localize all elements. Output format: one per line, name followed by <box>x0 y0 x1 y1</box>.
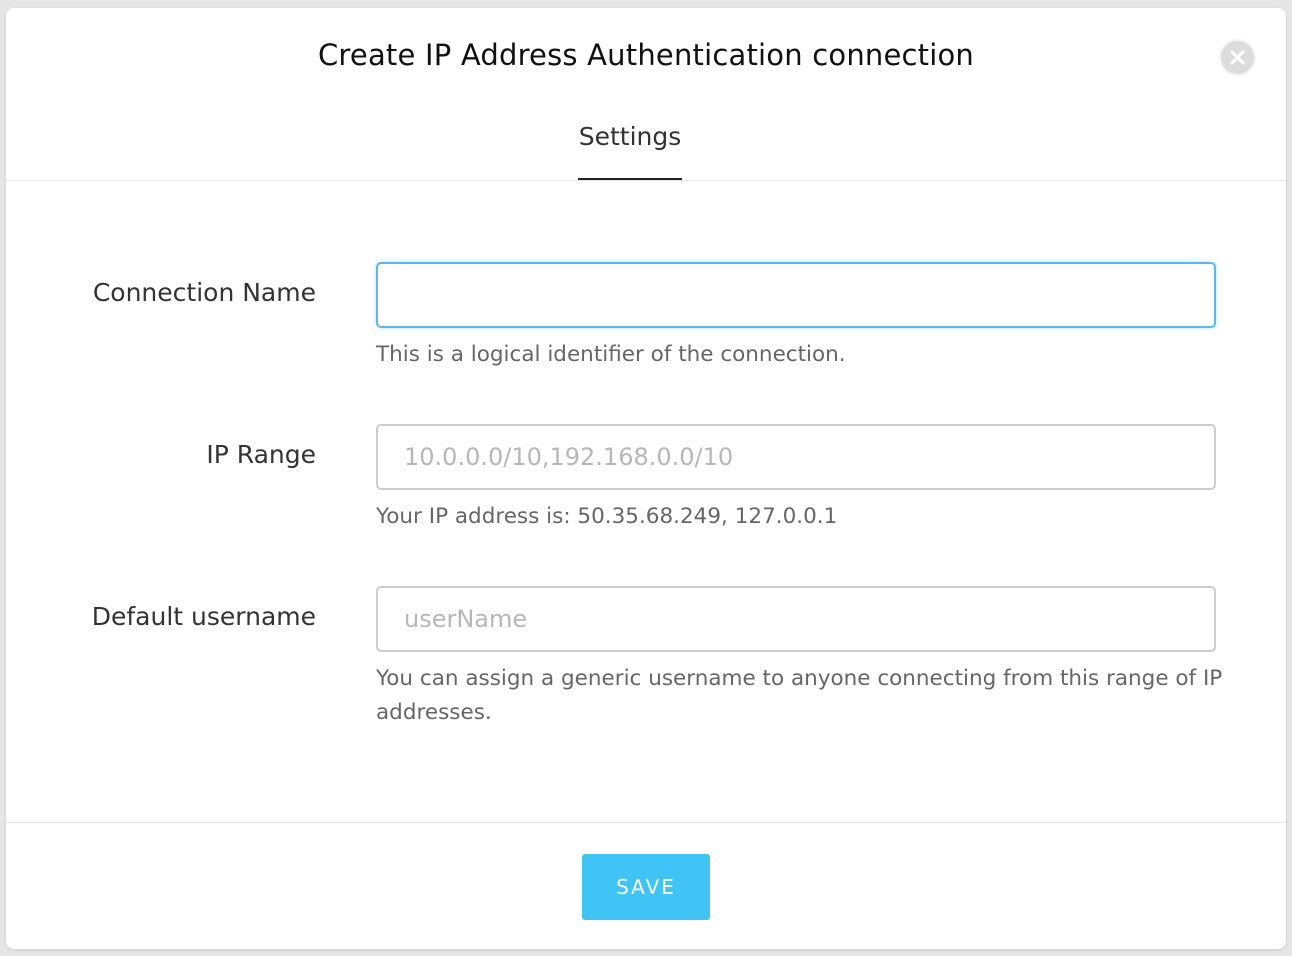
ip-range-help: Your IP address is: 50.35.68.249, 127.0.… <box>376 504 838 529</box>
connection-name-help: This is a logical identifier of the conn… <box>376 342 846 367</box>
modal-title: Create IP Address Authentication connect… <box>317 38 975 72</box>
create-connection-modal: Create IP Address Authentication connect… <box>6 8 1286 949</box>
close-icon <box>1230 50 1245 65</box>
modal-footer: SAVE <box>6 822 1286 949</box>
default-username-label: Default username <box>91 602 316 631</box>
save-button[interactable]: SAVE <box>582 854 710 920</box>
tab-bar: Settings <box>6 118 1286 181</box>
connection-name-label: Connection Name <box>92 278 316 307</box>
ip-range-label: IP Range <box>206 440 316 469</box>
tab-settings[interactable]: Settings <box>578 118 682 180</box>
ip-range-input[interactable] <box>376 424 1216 490</box>
default-username-input[interactable] <box>376 586 1216 652</box>
close-button[interactable] <box>1219 39 1256 76</box>
connection-name-input[interactable] <box>376 262 1216 328</box>
default-username-help: You can assign a generic username to any… <box>376 666 1223 725</box>
